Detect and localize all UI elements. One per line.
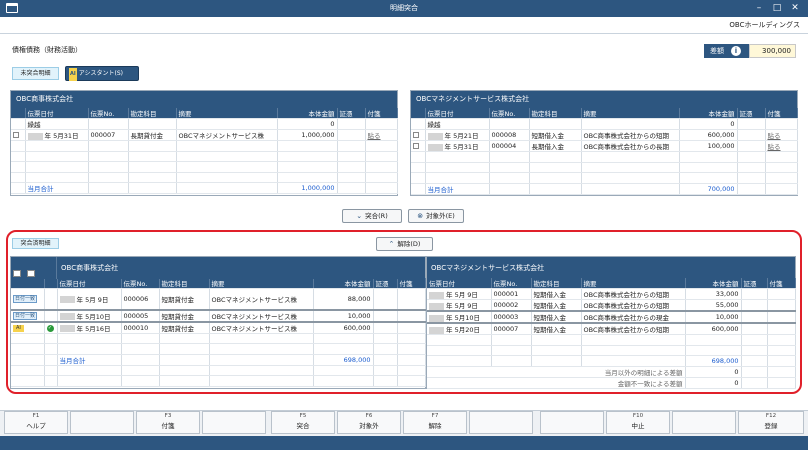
close-icon[interactable]: ✕ [788,2,802,14]
f6-exclude-button[interactable]: F6 対象外 [337,411,401,434]
f8-button[interactable] [469,411,533,434]
matched-row[interactable]: 年 5月10日 000003 短期借入金 OBC商事株式会社からの現金 10,000 [427,311,796,324]
diff-amount-row: 金額不一致による差額 0 [427,377,796,389]
maximize-icon[interactable]: □ [770,2,784,14]
title-bar: 明細突合 [0,0,808,17]
row-checkbox[interactable] [413,132,419,138]
f10-cancel-button[interactable]: F10 中止 [606,411,670,434]
ai-assistant-button[interactable]: AI アシスタント(S) [65,66,139,81]
info-icon[interactable]: i [731,46,741,56]
filter-icon[interactable] [27,270,35,277]
attach-link[interactable]: 貼る [368,132,381,140]
ai-match-badge: AI [13,325,24,332]
f9-button[interactable] [540,411,604,434]
exclude-icon: ⊗ [417,212,424,220]
total-row: 当月合計 700,000 [411,183,798,195]
left-unmatched-panel: OBC商事株式会社 伝票日付 伝票No. 勘定科目 摘要 本体金額 証憑 付箋 繰越 0 年 … [10,90,398,196]
match-button[interactable]: ⌄ 突合(R) [342,209,402,223]
f3-tag-button[interactable]: F3 付箋 [136,411,200,434]
attach-link[interactable]: 貼る [768,143,781,151]
row-checkbox[interactable] [413,143,419,149]
table-header: 伝票日付 伝票No. 勘定科目 摘要 本体金額 証憑 付箋 [11,108,398,119]
matched-right-panel: OBCマネジメントサービス株式会社 伝票日付 伝票No. 勘定科目 摘要 本体金額 証憑付… [426,256,796,389]
matched-left-title: OBC商事株式会社 [57,257,425,279]
difference-value: 300,000 [749,44,796,58]
matched-row[interactable]: AI ✓ 年 5月16日 000010 短期貸付金 OBCマネジメントサービス株 600,0… [11,321,426,334]
matched-row[interactable]: 年 5月20日 000007 短期借入金 OBC商事株式会社からの短期 600,000 [427,323,796,335]
chevron-down-icon: ⌄ [356,212,363,220]
f12-register-button[interactable]: F12 登録 [738,411,804,434]
diff-other-row: 当月以外の明細による差額 0 [427,366,796,378]
ai-icon: AI [69,68,77,81]
table-row[interactable]: 年 5月31日 000007 長期貸付金 OBCマネジメントサービス株 1,000,00… [11,129,398,141]
table-header: 伝票日付 伝票No. 勘定科目 摘要 本体金額 証憑 付箋 [427,278,796,289]
matched-left-panel: OBC商事株式会社 伝票日付 伝票No. 勘定科目 摘要 本体金額 証憑 付箋 日付一致年 … [10,256,426,389]
matched-row[interactable]: 日付一致年 5月10日 000005 短期貸付金 OBCマネジメントサービス株 10,0… [11,309,426,322]
f11-button[interactable] [672,411,736,434]
f2-button[interactable] [70,411,134,434]
date-match-badge: 日付一致 [13,312,38,320]
right-panel-title: OBCマネジメントサービス株式会社 [411,91,797,108]
chevron-up-icon: ⌃ [388,240,395,248]
filter-icon[interactable] [13,270,21,277]
tab-unmatched[interactable]: 未突合明細 [12,67,59,80]
table-header: 伝票日付 伝票No. 勘定科目 摘要 本体金額 証憑 付箋 [411,108,798,119]
status-bar [0,436,808,450]
company-name: OBCホールディングス [729,21,800,29]
f5-match-button[interactable]: F5 突合 [271,411,335,434]
carryover-row: 繰越 0 [411,118,798,130]
tab-matched[interactable]: 突合済明細 [12,238,59,249]
exclude-button[interactable]: ⊗ 対象外(E) [408,209,464,223]
right-unmatched-panel: OBCマネジメントサービス株式会社 伝票日付 伝票No. 勘定科目 摘要 本体金額 証憑付… [410,90,798,196]
minimize-icon[interactable]: – [752,2,766,14]
window-icon [6,3,18,13]
total-row: 当月合計 1,000,000 [11,182,398,194]
left-panel-title: OBC商事株式会社 [11,91,397,108]
matched-row[interactable]: 日付一致年 5月 9日 000006 短期貸付金 OBCマネジメントサービス株 88,0… [11,288,426,310]
total-row: 698,000 [427,355,796,367]
f4-button[interactable] [202,411,266,434]
matched-right-title: OBCマネジメントサービス株式会社 [427,257,795,279]
table-row[interactable]: 年 5月31日 000004 長期借入金 OBC商事株式会社からの長期 100,000 貼… [411,140,798,152]
category-label: 債権債務（財務活動） [12,46,82,54]
check-icon: ✓ [46,325,54,332]
f1-help-button[interactable]: F1 ヘルプ [4,411,68,434]
table-row[interactable]: 年 5月21日 000008 短期借入金 OBC商事株式会社からの短期 600,000 貼… [411,129,798,141]
table-header: 伝票日付 伝票No. 勘定科目 摘要 本体金額 証憑 付箋 [11,278,426,289]
window-title: 明細突合 [390,4,418,12]
carryover-row: 繰越 0 [11,118,398,130]
divider [0,33,808,34]
attach-link[interactable]: 貼る [768,132,781,140]
date-match-badge: 日付一致 [13,295,38,304]
difference-label: 差額 [704,44,749,58]
row-checkbox[interactable] [13,132,19,138]
f7-release-button[interactable]: F7 解除 [403,411,467,434]
release-button[interactable]: ⌃ 解除(D) [376,237,433,251]
matched-row[interactable]: 年 5月 9日 000002 短期借入金 OBC商事株式会社からの短期 55,000 [427,299,796,312]
total-row: 当月合計 698,000 [11,354,426,366]
matched-row[interactable]: 年 5月 9日 000001 短期借入金 OBC商事株式会社からの短期 33,000 [427,288,796,300]
